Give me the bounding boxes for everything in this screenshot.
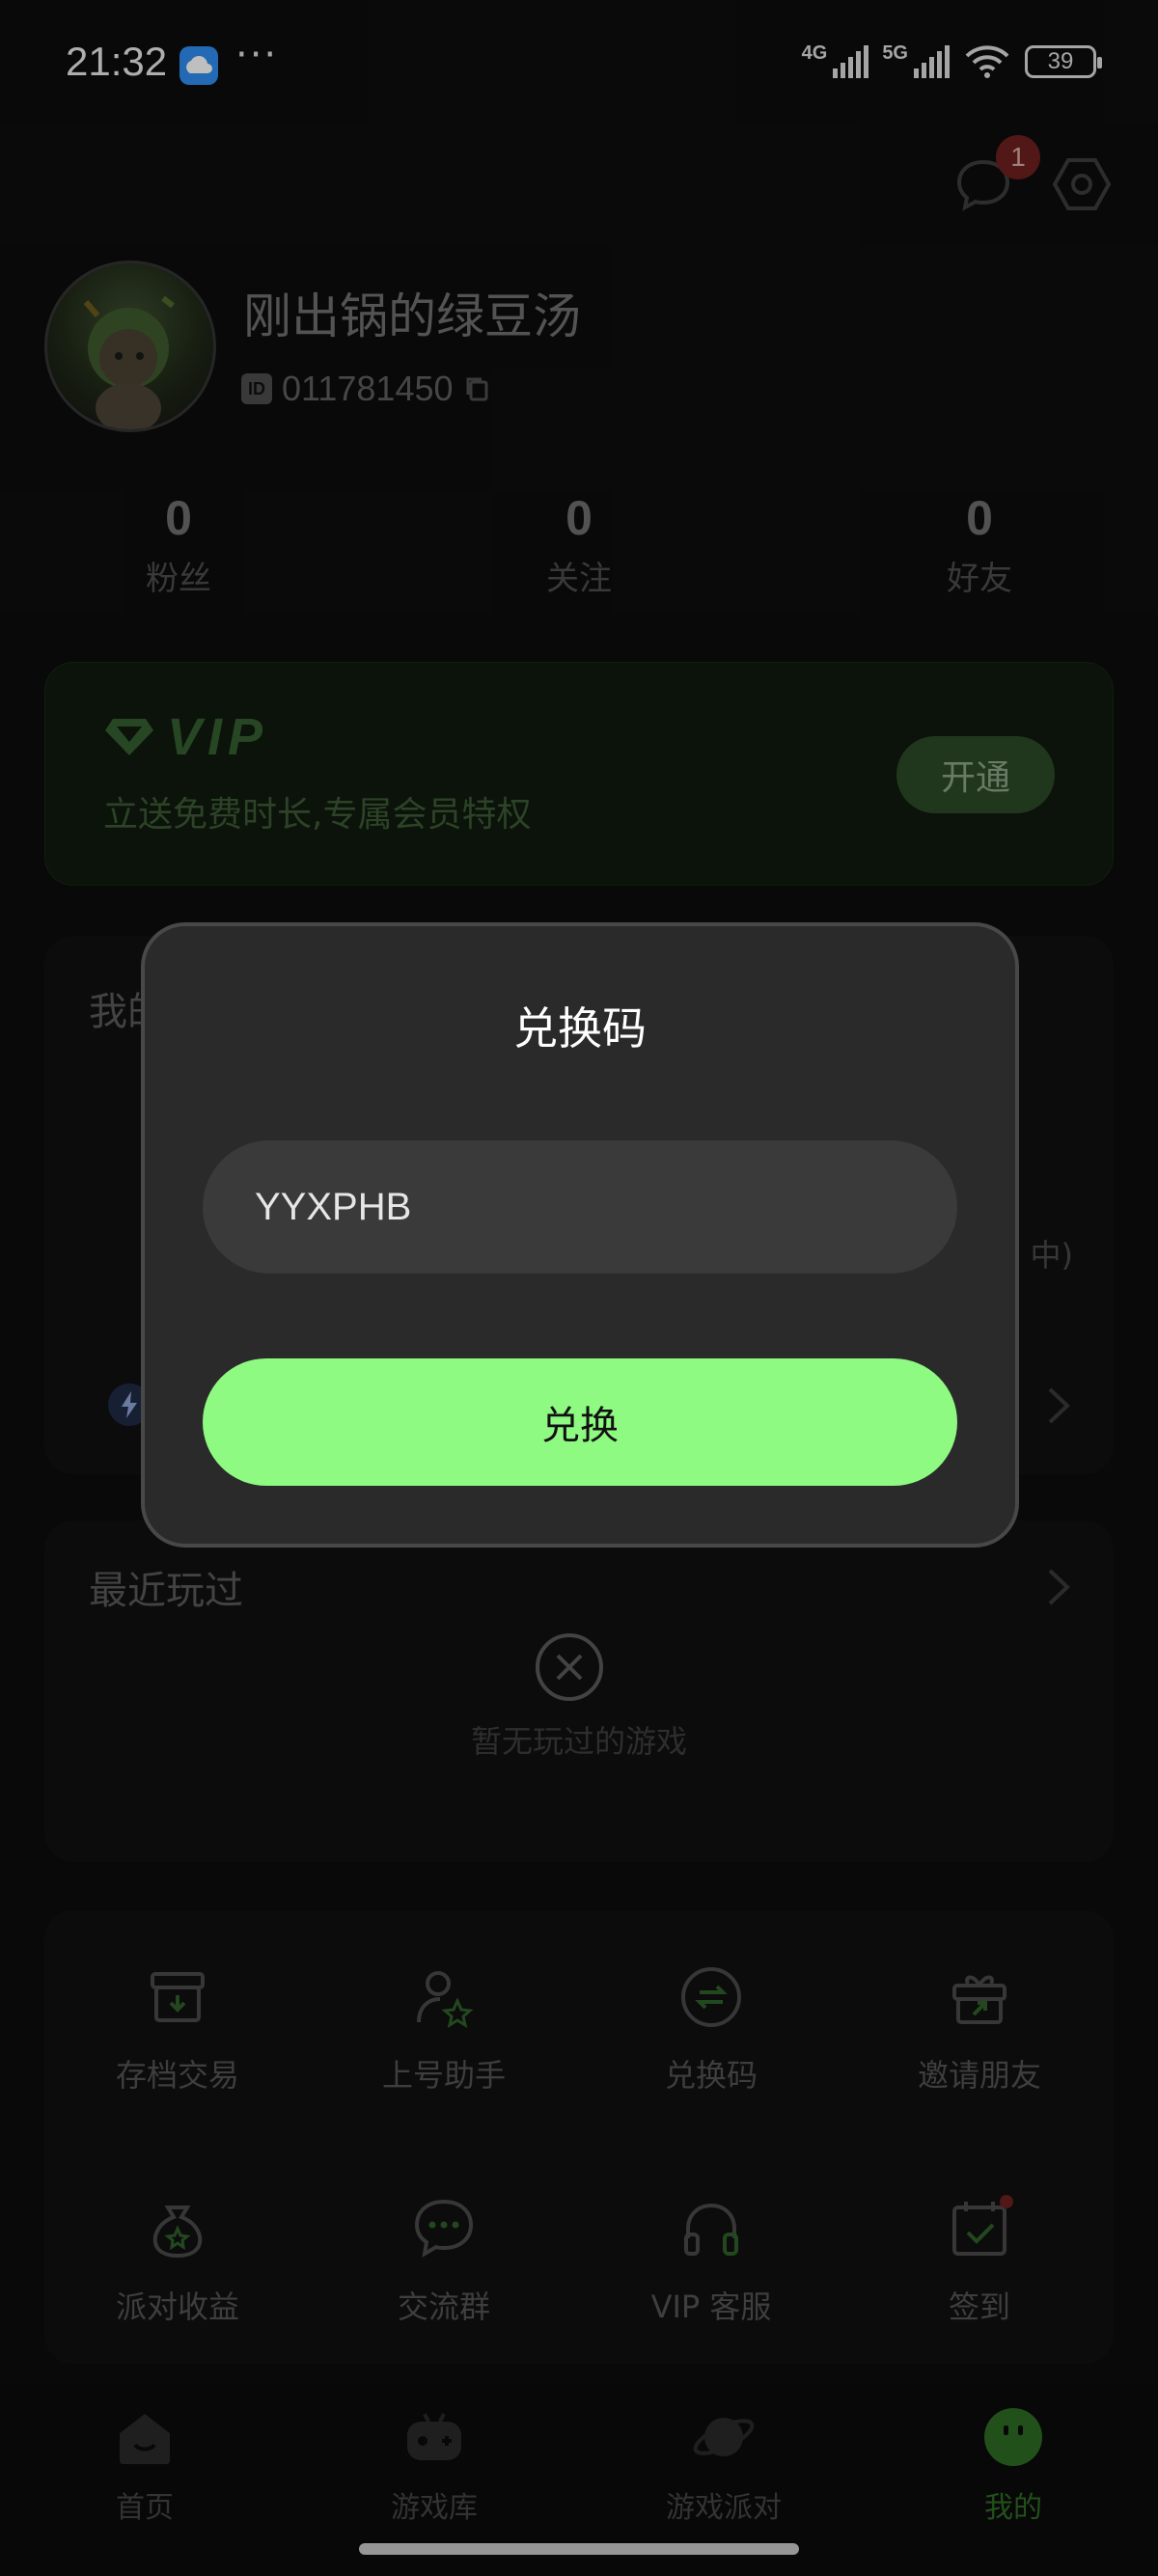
redeem-code-dialog: 兑换码 兑换: [141, 922, 1019, 1548]
redeem-button[interactable]: 兑换: [203, 1358, 957, 1486]
dialog-title: 兑换码: [513, 1002, 647, 1055]
redeem-code-input[interactable]: [203, 1140, 957, 1274]
my-profile-page: 21:32 ··· 4G 5G 39 1 刚出锅的绿豆汤 ID 01178145…: [0, 0, 1158, 2576]
